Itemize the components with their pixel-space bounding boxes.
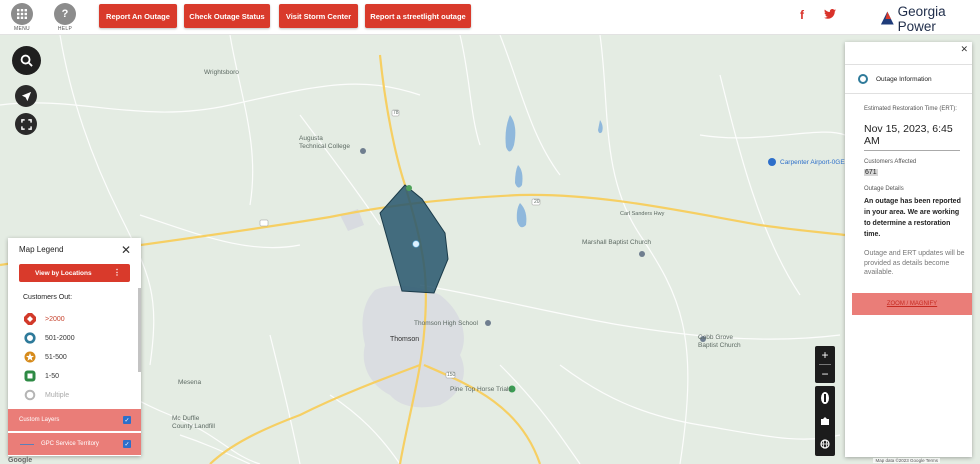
zoom-magnify-link[interactable]: ZOOM / MAGNIFY [852, 293, 972, 315]
map-label-carl-sanders: Carl Sanders Hwy [620, 211, 665, 217]
custom-layers-row[interactable]: Custom Layers ✓ [8, 409, 141, 431]
map-label-mesena: Mesena [178, 379, 202, 386]
street-view-button[interactable] [815, 386, 835, 409]
help-label: HELP [57, 26, 73, 32]
map-label-thomson-hs: Thomson High School [414, 320, 478, 327]
georgia-power-logo[interactable]: Georgia Power [880, 4, 980, 34]
visit-storm-center-button[interactable]: Visit Storm Center [279, 4, 358, 28]
panel-close-icon[interactable]: ✕ [960, 44, 968, 55]
grey-ring-icon [24, 389, 36, 401]
map-legend: Map Legend ✕ View by Locations ⋮ Custome… [8, 238, 141, 456]
facebook-icon[interactable]: f [800, 8, 804, 22]
legend-close-icon[interactable]: ✕ [121, 243, 131, 257]
map-label-augusta-tech: Augusta Technical College [299, 135, 350, 150]
legend-item-501-2000: 501-2000 [24, 332, 75, 344]
globe-button[interactable] [815, 432, 835, 455]
customers-out-heading: Customers Out: [23, 294, 73, 301]
legend-item-over-2000: >2000 [24, 313, 65, 325]
outage-info-panel: ✕ Outage Information Estimated Restorati… [845, 42, 972, 457]
fullscreen-icon [20, 118, 32, 130]
map-type-icon [821, 416, 829, 425]
map-label-hwy-150: 150 [447, 372, 456, 378]
legend-label: 1-50 [45, 372, 60, 380]
question-icon: ? [54, 3, 76, 25]
map-label-thomson: Thomson [390, 336, 420, 343]
legend-label: >2000 [45, 315, 65, 323]
red-octagon-icon [24, 313, 36, 325]
outage-info-title: Outage Information [876, 75, 932, 83]
legend-item-1-50: 1-50 [24, 370, 59, 382]
divider [864, 150, 960, 151]
menu-button[interactable]: MENU [10, 3, 34, 32]
fullscreen-button[interactable] [15, 113, 37, 135]
help-button[interactable]: ? HELP [53, 3, 77, 32]
map-label-carpenter-airport: Carpenter Airport-0GE [780, 159, 845, 166]
map-label-mcduffie-landfill: Mc Duffie County Landfill [172, 415, 215, 430]
map-search-button[interactable] [12, 46, 41, 75]
gpc-territory-label: GPC Service Territory [41, 441, 99, 447]
view-by-locations-label: View by Locations [35, 269, 92, 277]
customers-affected-label: Customers Affected [864, 159, 917, 165]
custom-layers-checkbox[interactable]: ✓ [123, 416, 131, 424]
map-tools [815, 386, 835, 456]
gpc-territory-row[interactable]: GPC Service Territory ✓ [8, 433, 141, 455]
legend-scrollbar[interactable] [138, 288, 141, 372]
check-outage-status-button[interactable]: Check Outage Status [184, 4, 270, 28]
outage-details-label: Outage Details [864, 186, 904, 192]
legend-item-multiple: Multiple [24, 389, 69, 401]
top-header: MENU ? HELP Report An Outage Check Outag… [0, 0, 980, 35]
map-label-cobb-grove: Cobb Grove Baptist Church [698, 334, 741, 349]
green-square-icon [24, 370, 36, 382]
google-logo: Google [8, 457, 33, 464]
outage-update-note: Outage and ERT updates will be provided … [864, 250, 965, 276]
blue-ring-icon [24, 332, 36, 344]
pegman-icon [821, 391, 829, 404]
map-label-pine-top: Pine Top Horse Trials [450, 386, 512, 393]
view-by-locations-button[interactable]: View by Locations ⋮ [19, 264, 130, 282]
legend-label: Multiple [45, 391, 70, 399]
report-outage-button[interactable]: Report An Outage [99, 4, 177, 28]
customers-affected-value: 671 [864, 169, 878, 176]
outage-info-header: Outage Information [845, 64, 972, 94]
map-label-wrightsboro: Wrightsboro [204, 69, 239, 76]
territory-line-icon [20, 443, 34, 445]
outage-ring-icon [858, 74, 868, 84]
zoom-control: + − [815, 346, 835, 383]
map-label-hwy-20: 20 [534, 199, 540, 205]
outage-details-text: An outage has been reported in your area… [864, 198, 961, 238]
ert-label: Estimated Restoration Time (ERT): [864, 106, 957, 112]
globe-icon [820, 438, 830, 449]
map-copyright[interactable]: Map data ©2023 Google Terms [873, 458, 940, 463]
zoom-out-button[interactable]: − [815, 365, 835, 383]
map-layers-button[interactable] [815, 409, 835, 432]
navigation-arrow-icon [21, 91, 31, 101]
map-label-marshall-baptist: Marshall Baptist Church [582, 239, 651, 246]
legend-label: 51-500 [45, 353, 67, 361]
orange-star-icon [24, 351, 36, 363]
locate-me-button[interactable] [15, 85, 37, 107]
more-options-icon[interactable]: ⋮ [113, 268, 121, 277]
legend-label: 501-2000 [45, 334, 75, 342]
logo-triangle-icon [880, 11, 894, 25]
legend-item-51-500: 51-500 [24, 351, 67, 363]
search-icon [20, 54, 33, 67]
menu-label: MENU [14, 26, 30, 32]
grid-icon [11, 3, 33, 25]
report-streetlight-button[interactable]: Report a streetlight outage [365, 4, 471, 28]
gpc-territory-checkbox[interactable]: ✓ [123, 440, 131, 448]
legend-title: Map Legend [19, 245, 64, 254]
ert-value: Nov 15, 2023, 6:45 AM [864, 123, 953, 147]
custom-layers-label: Custom Layers [19, 417, 60, 423]
twitter-icon[interactable] [824, 9, 836, 19]
brand-name: Georgia Power [897, 4, 946, 34]
map-label-hwy-78: 78 [393, 110, 399, 116]
zoom-in-button[interactable]: + [815, 346, 835, 364]
